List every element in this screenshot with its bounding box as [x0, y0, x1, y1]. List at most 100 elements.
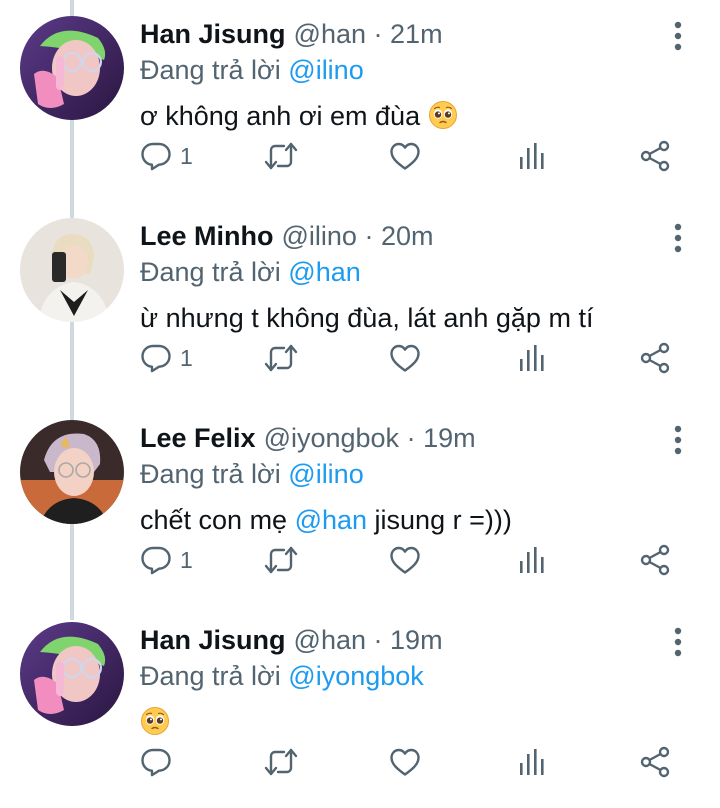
- share-button[interactable]: [639, 338, 671, 378]
- reply-icon: [140, 746, 172, 778]
- pleading-face-emoji: [140, 706, 170, 736]
- display-name[interactable]: Lee Minho: [140, 221, 274, 251]
- reply-button[interactable]: [140, 742, 172, 782]
- avatar[interactable]: [20, 218, 124, 322]
- reply-button[interactable]: 1: [140, 338, 193, 378]
- tweet-actions: [140, 742, 700, 782]
- replying-to: Đang trả lời @ilino: [140, 50, 364, 90]
- timestamp[interactable]: 19m: [423, 423, 476, 453]
- retweet-button[interactable]: [264, 742, 298, 782]
- timestamp[interactable]: 19m: [390, 625, 443, 655]
- tweet-header: Han Jisung @han · 19m: [140, 620, 443, 660]
- share-button[interactable]: [639, 540, 671, 580]
- tweet-text: ừ nhưng t không đùa, lát anh gặp m tí: [140, 298, 593, 338]
- tweet-text-content: chết con mẹ: [140, 505, 295, 535]
- views-button[interactable]: [517, 540, 545, 580]
- mention-link[interactable]: @han: [295, 505, 367, 535]
- like-icon: [389, 343, 421, 373]
- tweet-actions: 1: [140, 540, 700, 580]
- tweet[interactable]: Han Jisung @han · 19m Đang trả lời @iyongb…: [0, 606, 720, 808]
- tweet-actions: 1: [140, 338, 700, 378]
- display-name[interactable]: Han Jisung: [140, 19, 286, 49]
- user-handle[interactable]: @ilino: [282, 221, 357, 251]
- share-button[interactable]: [639, 136, 671, 176]
- retweet-icon: [264, 343, 298, 373]
- more-icon[interactable]: [664, 626, 692, 658]
- views-button[interactable]: [517, 136, 545, 176]
- more-icon[interactable]: [664, 222, 692, 254]
- tweet-text: chết con mẹ @han jisung r =))): [140, 500, 512, 540]
- retweet-icon: [264, 141, 298, 171]
- reply-icon: [140, 140, 172, 172]
- tweet-text-content: ơ không anh ơi em đùa: [140, 101, 421, 131]
- retweet-button[interactable]: [264, 338, 298, 378]
- tweet-text-content: ừ nhưng t không đùa, lát anh gặp m tí: [140, 303, 594, 333]
- like-icon: [389, 141, 421, 171]
- tweet[interactable]: Lee Minho @ilino · 20m Đang trả lời @han ừ …: [0, 202, 720, 404]
- avatar[interactable]: [20, 622, 124, 726]
- like-button[interactable]: [389, 540, 421, 580]
- retweet-icon: [264, 747, 298, 777]
- share-icon: [639, 140, 671, 172]
- timestamp[interactable]: 21m: [390, 19, 443, 49]
- tweet-header: Lee Felix @iyongbok · 19m: [140, 418, 476, 458]
- replying-to-label: Đang trả lời: [140, 661, 281, 691]
- share-icon: [639, 544, 671, 576]
- tweet-text-content: jisung r =))): [367, 505, 512, 535]
- more-icon[interactable]: [664, 20, 692, 52]
- replying-to-label: Đang trả lời: [140, 459, 281, 489]
- user-handle[interactable]: @han: [294, 19, 366, 49]
- views-icon: [517, 747, 545, 777]
- views-button[interactable]: [517, 338, 545, 378]
- reply-button[interactable]: 1: [140, 540, 193, 580]
- share-button[interactable]: [639, 742, 671, 782]
- views-button[interactable]: [517, 742, 545, 782]
- like-icon: [389, 747, 421, 777]
- like-icon: [389, 545, 421, 575]
- reply-mention-link[interactable]: @han: [288, 257, 360, 287]
- share-icon: [639, 746, 671, 778]
- tweet-text: [140, 702, 170, 742]
- pleading-face-emoji: [428, 100, 458, 130]
- tweet[interactable]: Lee Felix @iyongbok · 19m Đang trả lời @il…: [0, 404, 720, 606]
- replying-to: Đang trả lời @ilino: [140, 454, 364, 494]
- reply-button[interactable]: 1: [140, 136, 193, 176]
- tweet-header: Han Jisung @han · 21m: [140, 14, 443, 54]
- views-icon: [517, 141, 545, 171]
- user-handle[interactable]: @iyongbok: [264, 423, 400, 453]
- more-icon[interactable]: [664, 424, 692, 456]
- avatar[interactable]: [20, 420, 124, 524]
- separator: ·: [406, 423, 416, 453]
- avatar[interactable]: [20, 16, 124, 120]
- tweet[interactable]: Han Jisung @han · 21m Đang trả lời @ilino ơ…: [0, 0, 720, 202]
- reply-mention-link[interactable]: @iyongbok: [288, 661, 424, 691]
- user-handle[interactable]: @han: [294, 625, 366, 655]
- display-name[interactable]: Han Jisung: [140, 625, 286, 655]
- replying-to: Đang trả lời @iyongbok: [140, 656, 424, 696]
- tweet-actions: 1: [140, 136, 700, 176]
- retweet-button[interactable]: [264, 136, 298, 176]
- reply-count: 1: [180, 344, 193, 371]
- tweet-text: ơ không anh ơi em đùa: [140, 96, 458, 136]
- reply-count: 1: [180, 142, 193, 169]
- replying-to-label: Đang trả lời: [140, 55, 281, 85]
- replying-to: Đang trả lời @han: [140, 252, 361, 292]
- timestamp[interactable]: 20m: [381, 221, 434, 251]
- reply-mention-link[interactable]: @ilino: [288, 55, 363, 85]
- tweet-header: Lee Minho @ilino · 20m: [140, 216, 434, 256]
- like-button[interactable]: [389, 742, 421, 782]
- like-button[interactable]: [389, 136, 421, 176]
- reply-mention-link[interactable]: @ilino: [288, 459, 363, 489]
- replying-to-label: Đang trả lời: [140, 257, 281, 287]
- reply-count: 1: [180, 546, 193, 573]
- separator: ·: [373, 625, 383, 655]
- retweet-icon: [264, 545, 298, 575]
- display-name[interactable]: Lee Felix: [140, 423, 256, 453]
- views-icon: [517, 545, 545, 575]
- reply-icon: [140, 342, 172, 374]
- like-button[interactable]: [389, 338, 421, 378]
- share-icon: [639, 342, 671, 374]
- retweet-button[interactable]: [264, 540, 298, 580]
- views-icon: [517, 343, 545, 373]
- separator: ·: [373, 19, 383, 49]
